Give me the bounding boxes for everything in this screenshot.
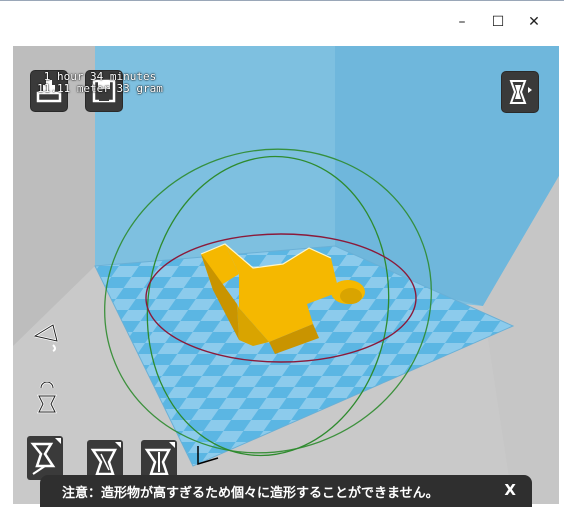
mirror-tool-icon	[27, 436, 63, 480]
build-volume-scene	[13, 46, 559, 504]
view-mode-icon	[509, 80, 532, 104]
warning-notification: 注意：造形物が高すぎるため個々に造形することができません。 X	[40, 475, 532, 507]
print-info: 1 hour 34 minutes 11.11 meter 33 gram	[22, 71, 178, 95]
print-material-text: 11.11 meter 33 gram	[37, 82, 163, 95]
tool-icon	[87, 440, 123, 480]
warning-text: 注意：造形物が高すぎるため個々に造形することができません。	[62, 485, 439, 501]
maximize-button[interactable]: ☐	[481, 9, 515, 35]
tool-icon	[141, 440, 177, 480]
scale-tool-icon	[36, 382, 58, 414]
window-titlebar: – ☐ ✕	[0, 0, 564, 46]
rotate-tool-button[interactable]	[29, 316, 65, 356]
tool-button-3[interactable]	[141, 440, 177, 480]
rotate-tool-icon	[33, 323, 59, 352]
close-notification-button[interactable]: X	[504, 481, 516, 499]
scale-tool-button[interactable]	[29, 379, 65, 419]
tool-button-2[interactable]	[87, 440, 123, 480]
3d-viewport[interactable]	[13, 46, 559, 504]
close-window-button[interactable]: ✕	[517, 9, 551, 35]
view-mode-button[interactable]	[502, 72, 538, 112]
mirror-tool-button[interactable]	[27, 436, 63, 480]
minimize-button[interactable]: –	[445, 9, 479, 35]
